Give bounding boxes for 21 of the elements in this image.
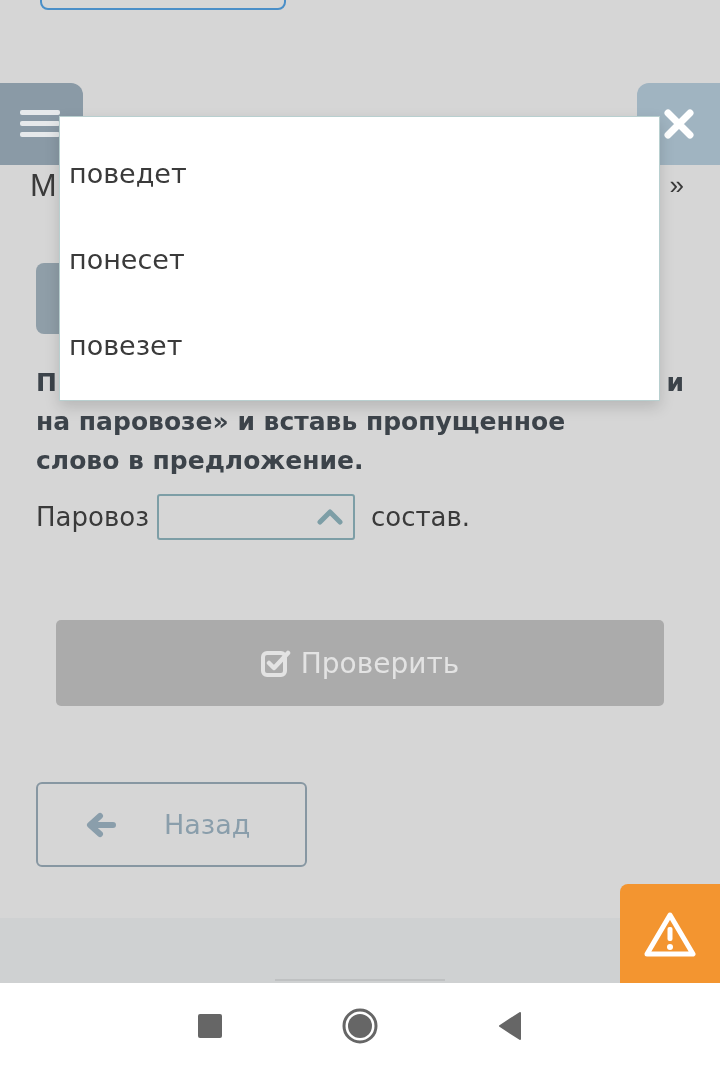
warning-icon: [644, 910, 696, 957]
dropdown-option[interactable]: повезет: [60, 303, 659, 389]
sentence-text: Паровоз: [36, 502, 149, 532]
dropdown-option[interactable]: понесет: [60, 217, 659, 303]
arrow-left-icon: [86, 811, 116, 838]
sentence-text: состав.: [370, 502, 471, 532]
menu-icon: [20, 108, 60, 140]
checkbox-icon: [260, 648, 291, 678]
warning-button[interactable]: [620, 884, 720, 983]
back-nav-icon[interactable]: [498, 1012, 522, 1040]
instruction-text: и: [666, 367, 684, 399]
page-title: »: [669, 169, 684, 201]
instruction-text: на паровозе» и вставь пропущенное слово в предложение.: [36, 406, 567, 477]
home-icon[interactable]: [342, 1008, 378, 1044]
close-icon: [662, 108, 695, 140]
instruction-text: П: [36, 367, 57, 399]
chevron-icon: [316, 509, 343, 525]
recents-icon[interactable]: [198, 1014, 222, 1038]
dropdown-option[interactable]: поведет: [60, 131, 659, 217]
answer-select[interactable]: [156, 494, 355, 540]
page-title: М: [30, 166, 57, 204]
